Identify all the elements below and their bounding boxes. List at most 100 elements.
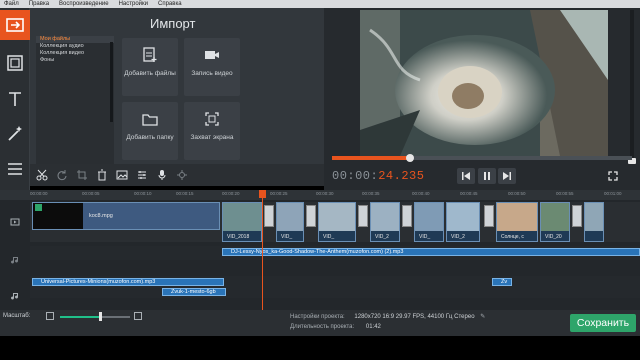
transition[interactable] <box>358 205 368 227</box>
save-button[interactable]: Сохранить <box>570 314 636 332</box>
menu-settings[interactable]: Настройки <box>115 0 154 8</box>
transition[interactable] <box>306 205 316 227</box>
transition[interactable] <box>484 205 494 227</box>
list-item[interactable]: Мои файлы <box>36 36 114 43</box>
record-audio-button[interactable] <box>152 166 172 184</box>
video-clip[interactable]: Солнце, с <box>496 202 538 242</box>
zoom-slider[interactable] <box>60 316 130 318</box>
video-clip[interactable]: VID_2018 <box>222 202 262 242</box>
zoom-fill <box>60 316 99 318</box>
ruler-tick: 00:00:05 <box>82 191 100 196</box>
transition[interactable] <box>572 205 582 227</box>
clip-name: Солнце, с <box>501 234 524 240</box>
music-clip[interactable]: Zv <box>492 278 512 286</box>
settings-icon <box>177 170 187 180</box>
more-tab[interactable] <box>0 154 30 184</box>
redo-icon <box>57 170 67 181</box>
pause-button[interactable] <box>478 168 496 184</box>
tile-label: Добавить папку <box>126 134 174 141</box>
duration-value: 01:42 <box>365 324 381 330</box>
settings-button[interactable] <box>172 166 192 184</box>
status-bar: Масштаб: Настройки проекта: 1280x720 16:… <box>0 310 640 336</box>
title-clip[interactable]: koc8.mpg <box>32 202 220 230</box>
menubar: Файл Правка Воспроизведение Настройки Сп… <box>0 0 640 8</box>
zoom-handle[interactable] <box>98 312 102 321</box>
split-button[interactable] <box>32 166 52 184</box>
ruler-tick: 00:00:15 <box>176 191 194 196</box>
ruler-tick: 00:00:10 <box>134 191 152 196</box>
menu-file[interactable]: Файл <box>0 0 25 8</box>
image-icon <box>116 170 128 180</box>
panel-title: Импорт <box>150 16 196 31</box>
add-files-icon <box>143 47 157 62</box>
time-ruler[interactable]: 00:00:00 00:00:05 00:00:10 00:00:15 00:0… <box>0 190 640 200</box>
menu-help[interactable]: Справка <box>154 0 188 8</box>
menu-edit[interactable]: Правка <box>25 0 55 8</box>
magic-wand-icon <box>8 126 22 141</box>
clip-properties-button[interactable] <box>132 166 152 184</box>
edit-icon[interactable]: ✎ <box>480 314 485 320</box>
zoom-label: Масштаб: <box>3 313 31 319</box>
ruler-tick: 00:00:55 <box>556 191 574 196</box>
music-note-icon <box>11 293 19 300</box>
zoom-out-button[interactable] <box>46 312 54 320</box>
microphone-icon <box>158 170 166 180</box>
file-category-list: Мои файлы Коллекция аудио Коллекция виде… <box>36 36 114 166</box>
add-files-button[interactable]: Добавить файлы <box>122 38 178 96</box>
video-clip[interactable]: VID_2 <box>446 202 480 242</box>
video-clip[interactable]: VID_20 <box>540 202 570 242</box>
video-clip[interactable]: VID_ <box>276 202 304 242</box>
preview-volume-track[interactable] <box>630 10 634 160</box>
add-folder-button[interactable]: Добавить папку <box>122 102 178 160</box>
duration-label: Длительность проекта: <box>290 324 355 330</box>
list-item[interactable]: Коллекция аудио <box>36 43 114 50</box>
effects-tab[interactable] <box>0 118 30 148</box>
record-video-button[interactable]: Запись видео <box>184 38 240 96</box>
screen-capture-button[interactable]: Захват экрана <box>184 102 240 160</box>
camera-icon <box>205 51 219 59</box>
music-note-icon <box>11 257 19 264</box>
music-clip[interactable]: DJ-Lessy-Nyos_ka-Good-Shadow-The-Anthem(… <box>222 248 640 256</box>
letterbox-bottom <box>0 336 640 360</box>
delete-button[interactable] <box>92 166 112 184</box>
video-track-icon <box>10 218 20 226</box>
video-clip[interactable]: VID_ <box>414 202 444 242</box>
next-button[interactable] <box>498 168 516 184</box>
zoom-in-button[interactable] <box>134 312 142 320</box>
clip-name: VID_ <box>419 234 431 240</box>
video-clip[interactable]: VID_ <box>318 202 356 242</box>
menu-playback[interactable]: Воспроизведение <box>55 0 115 8</box>
transition[interactable] <box>402 205 412 227</box>
ruler-tick: 00:00:30 <box>316 191 334 196</box>
project-duration: Длительность проекта: 01:42 <box>290 324 381 330</box>
seek-progress <box>332 156 410 160</box>
import-tab[interactable] <box>0 10 30 40</box>
music-clip[interactable]: Universal-Pictures-Minions(muzofon.com).… <box>32 278 224 286</box>
settings-value: 1280x720 16:9 29.97 FPS, 44100 Гц Стерео <box>354 314 475 320</box>
titles-tab[interactable] <box>0 84 30 114</box>
project-settings: Настройки проекта: 1280x720 16:9 29.97 F… <box>290 313 485 320</box>
list-item[interactable]: Фоны <box>36 57 114 64</box>
seek-handle[interactable] <box>406 154 414 162</box>
folder-icon <box>142 114 158 126</box>
video-clip[interactable] <box>584 202 604 242</box>
list-scrollbar[interactable] <box>110 42 113 122</box>
image-button[interactable] <box>112 166 132 184</box>
music-clip[interactable]: Zvuk-1-mesto-6gb <box>162 288 226 296</box>
import-panel: Импорт Мои файлы Коллекция аудио Коллекц… <box>30 8 324 166</box>
seek-bar[interactable] <box>332 154 632 162</box>
transition[interactable] <box>264 205 274 227</box>
ruler-tick: 00:00:40 <box>412 191 430 196</box>
clip-name: VID_20 <box>545 234 562 240</box>
rotate-button[interactable] <box>52 166 72 184</box>
previous-button[interactable] <box>457 168 475 184</box>
video-clip[interactable]: VID_2 <box>370 202 400 242</box>
crop-button[interactable] <box>72 166 92 184</box>
playhead[interactable] <box>259 190 266 198</box>
filters-tab[interactable] <box>0 48 30 78</box>
clip-name: koc8.mpg <box>89 213 113 219</box>
list-item[interactable]: Коллекция видео <box>36 50 114 57</box>
import-icon <box>6 18 24 32</box>
fullscreen-icon <box>608 171 618 181</box>
fullscreen-button[interactable] <box>604 168 622 184</box>
